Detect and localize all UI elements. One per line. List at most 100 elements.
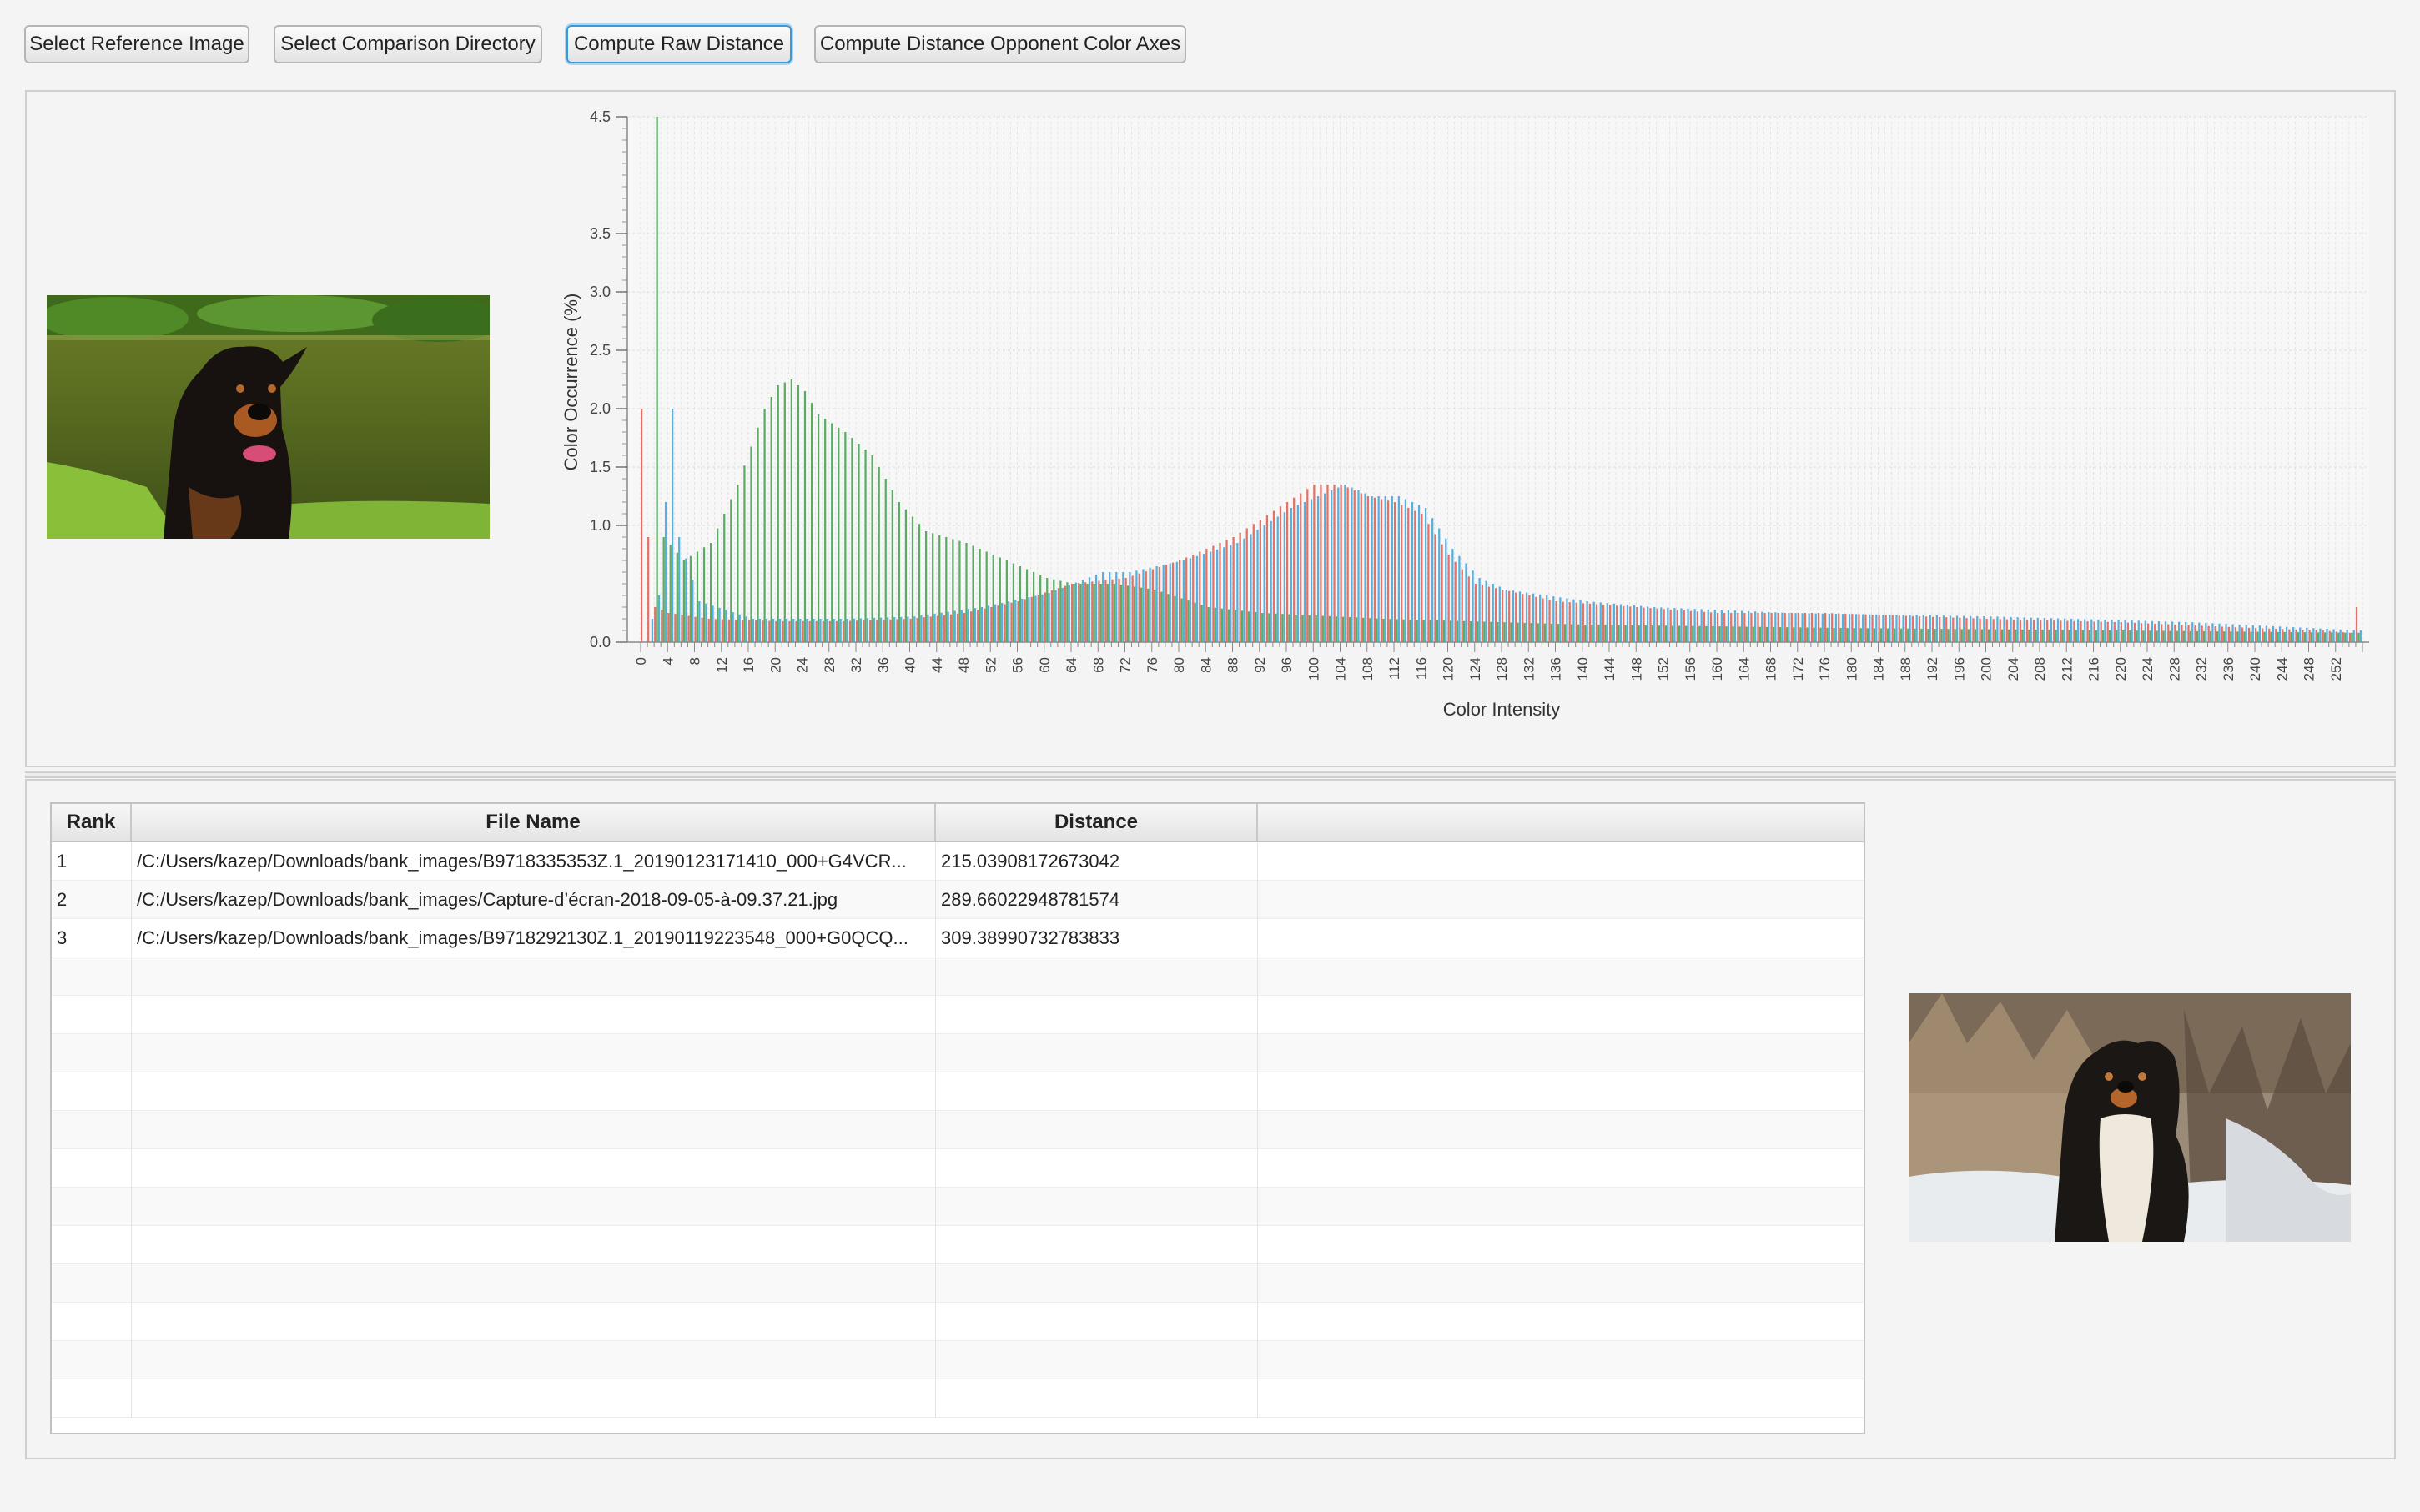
histogram-bar-green: [2283, 631, 2286, 642]
table-row[interactable]: [52, 957, 1864, 996]
x-tick-label: 32: [848, 657, 864, 673]
compute-distance-opponent-color-axes-button[interactable]: Compute Distance Opponent Color Axes: [814, 25, 1186, 63]
histogram-bar-green: [1994, 629, 1997, 642]
file-name-cell: [132, 957, 936, 996]
histogram-bar-green: [1389, 619, 1391, 642]
histogram-bar-blue: [1129, 572, 1131, 642]
histogram-bar-blue: [1008, 601, 1010, 642]
histogram-bar-blue: [1021, 598, 1024, 642]
filler-cell: [1258, 1034, 1864, 1072]
table-row[interactable]: [52, 1226, 1864, 1264]
histogram-bar-blue: [2036, 617, 2039, 642]
histogram-bar-blue: [1142, 569, 1145, 642]
histogram-bar-green: [1355, 617, 1358, 642]
histogram-bar-red: [1407, 508, 1410, 642]
select-comparison-directory-button[interactable]: Select Comparison Directory: [274, 25, 542, 63]
histogram-bar-red: [1441, 544, 1443, 642]
histogram-bar-green: [1126, 585, 1130, 642]
histogram-bar-green: [1866, 628, 1869, 642]
histogram-bar-blue: [1028, 597, 1030, 642]
column-header-rank[interactable]: Rank: [52, 804, 132, 841]
histogram-bar-blue: [1115, 572, 1118, 642]
table-row[interactable]: [52, 1111, 1864, 1149]
histogram-bar-blue: [2231, 624, 2234, 642]
histogram-bar-blue: [806, 619, 808, 642]
histogram-bar-red: [1427, 524, 1430, 642]
histogram-bar-red: [1306, 489, 1309, 642]
histogram-bar-blue: [1680, 608, 1683, 642]
histogram-bar-blue: [712, 605, 714, 642]
x-tick-label: 48: [956, 657, 972, 673]
table-row[interactable]: [52, 1303, 1864, 1341]
file-name-cell: [132, 1188, 936, 1226]
histogram-bar-blue: [2151, 620, 2153, 642]
results-table[interactable]: Rank File Name Distance 1/C:/Users/kazep…: [50, 802, 1865, 1434]
table-row[interactable]: 3/C:/Users/kazep/Downloads/bank_images/B…: [52, 919, 1864, 957]
histogram-bar-red: [1057, 588, 1060, 642]
histogram-bar-red: [1461, 569, 1463, 642]
table-row[interactable]: [52, 1149, 1864, 1188]
compute-raw-distance-button[interactable]: Compute Raw Distance: [566, 25, 792, 63]
histogram-bar-red: [1192, 555, 1195, 642]
histogram-bar-green: [2250, 631, 2252, 642]
histogram-bar-green: [1106, 584, 1109, 642]
histogram-bar-red: [2322, 630, 2324, 642]
histogram-bar-green: [2149, 630, 2151, 642]
histogram-bar-blue: [792, 619, 795, 642]
histogram-bar-blue: [657, 595, 661, 642]
x-tick-label: 52: [983, 657, 999, 673]
table-row[interactable]: [52, 1379, 1864, 1418]
histogram-bar-red: [2262, 628, 2264, 642]
split-divider[interactable]: [25, 771, 2396, 778]
file-name-cell: [132, 1149, 936, 1188]
column-header-distance[interactable]: Distance: [936, 804, 1258, 841]
histogram-bar-red: [2046, 620, 2049, 642]
histogram-bar-blue: [1559, 597, 1562, 642]
histogram-bar-red: [1118, 578, 1120, 642]
table-row[interactable]: [52, 1188, 1864, 1226]
histogram-bar-red: [1528, 595, 1531, 642]
table-row[interactable]: [52, 996, 1864, 1034]
histogram-bar-red: [1992, 619, 1995, 642]
histogram-bar-green: [1288, 614, 1290, 642]
histogram-bar-green: [1967, 629, 1970, 642]
histogram-bar-green: [2357, 632, 2360, 642]
histogram-bar-green: [1517, 622, 1519, 642]
x-tick-label: 92: [1252, 657, 1268, 673]
histogram-bar-blue: [678, 537, 681, 642]
table-row[interactable]: [52, 1264, 1864, 1303]
histogram-bar-red: [883, 620, 885, 642]
histogram-bar-blue: [1518, 591, 1522, 642]
y-tick-label: 2.0: [590, 400, 611, 417]
histogram-bar-red: [1279, 506, 1282, 642]
histogram-bar-blue: [1438, 528, 1441, 642]
histogram-bar-blue: [1869, 614, 1871, 642]
histogram-bar-blue: [1209, 551, 1212, 642]
histogram-bar-red: [1158, 566, 1161, 642]
histogram-bar-red: [2335, 631, 2337, 642]
histogram-bar-red: [1346, 487, 1349, 642]
table-row[interactable]: [52, 1034, 1864, 1072]
x-tick-label: 20: [767, 657, 783, 673]
histogram-bar-green: [2216, 631, 2219, 642]
histogram-bar-green: [1550, 623, 1553, 642]
histogram-bar-blue: [2359, 630, 2362, 642]
table-row[interactable]: 1/C:/Users/kazep/Downloads/bank_images/B…: [52, 842, 1864, 881]
table-row[interactable]: 2/C:/Users/kazep/Downloads/bank_images/C…: [52, 881, 1864, 919]
histogram-bar-green: [702, 547, 706, 642]
table-row[interactable]: [52, 1072, 1864, 1111]
histogram-bar-blue: [2185, 621, 2187, 642]
histogram-bar-green: [1308, 615, 1311, 642]
histogram-bar-green: [1974, 629, 1976, 642]
histogram-bar-green: [2068, 630, 2070, 642]
table-row[interactable]: [52, 1341, 1864, 1379]
histogram-bar-blue: [873, 617, 876, 642]
histogram-bar-red: [1542, 598, 1544, 642]
histogram-bar-red: [1138, 573, 1140, 642]
histogram-bar-blue: [2238, 624, 2241, 642]
select-reference-image-button[interactable]: Select Reference Image: [24, 25, 249, 63]
column-header-file-name[interactable]: File Name: [132, 804, 936, 841]
histogram-bar-blue: [1377, 496, 1380, 642]
histogram-bar-green: [2323, 632, 2327, 642]
histogram-bar-green: [1671, 625, 1674, 642]
